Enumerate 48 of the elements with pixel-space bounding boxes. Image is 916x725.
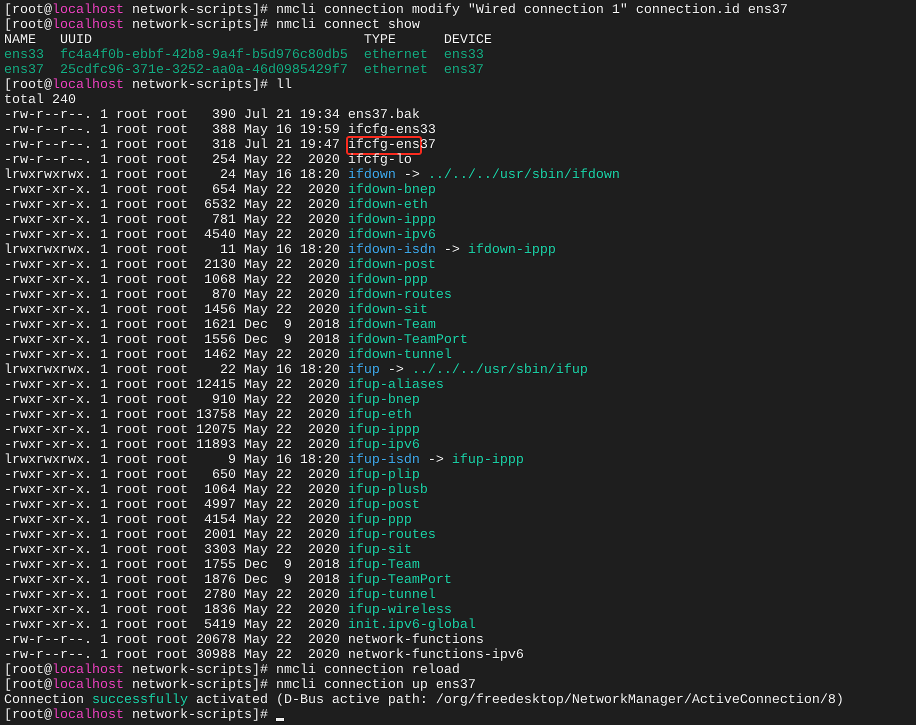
terminal-line: lrwxrwxrwx. 1 root root 9 May 16 18:20 ifup-isdn -> ifup-ippp (4, 453, 524, 468)
terminal-line: -rwxr-xr-x. 1 root root 5419 May 22 2020 init.ipv6-global (4, 618, 476, 633)
terminal-line: -rwxr-xr-x. 1 root root 11893 May 22 2020 ifup-ipv6 (4, 438, 420, 453)
terminal-line: -rwxr-xr-x. 1 root root 654 May 22 2020 ifdown-bnep (4, 183, 436, 198)
terminal-line: -rwxr-xr-x. 1 root root 1755 Dec 9 2018 ifup-Team (4, 558, 420, 573)
terminal-line: -rwxr-xr-x. 1 root root 2780 May 22 2020 ifup-tunnel (4, 588, 436, 603)
terminal-line: -rwxr-xr-x. 1 root root 1068 May 22 2020 ifdown-ppp (4, 273, 428, 288)
terminal-line: ens37 25cdfc96-371e-3252-aa0a-46d0985429f7 ethernet ens37 (4, 63, 484, 78)
terminal-line: lrwxrwxrwx. 1 root root 11 May 16 18:20 ifdown-isdn -> ifdown-ippp (4, 243, 556, 258)
terminal-line: -rw-r--r--. 1 root root 30988 May 22 2020 network-functions-ipv6 (4, 648, 524, 663)
terminal-line: total 240 (4, 93, 76, 108)
terminal-line: [root@localhost network-scripts]# (4, 708, 284, 723)
terminal-line: [root@localhost network-scripts]# nmcli connection up ens37 (4, 678, 476, 693)
terminal-line: -rwxr-xr-x. 1 root root 12415 May 22 2020 ifup-aliases (4, 378, 444, 393)
terminal-line: NAME UUID TYPE DEVICE (4, 33, 492, 48)
terminal-line: Connection successfully activated (D-Bus active path: /org/freedesktop/NetworkManager/ActiveConnection/8) (4, 693, 844, 708)
terminal-line: -rw-r--r--. 1 root root 388 May 16 19:59 ifcfg-ens33 (4, 123, 436, 138)
terminal-line: -rwxr-xr-x. 1 root root 1462 May 22 2020 ifdown-tunnel (4, 348, 452, 363)
terminal-line: -rwxr-xr-x. 1 root root 1456 May 22 2020 ifdown-sit (4, 303, 428, 318)
terminal-line: ens33 fc4a4f0b-ebbf-42b8-9a4f-b5d976c80db5 ethernet ens33 (4, 48, 484, 63)
terminal-line: lrwxrwxrwx. 1 root root 22 May 16 18:20 ifup -> ../../../usr/sbin/ifup (4, 363, 588, 378)
terminal-line: -rwxr-xr-x. 1 root root 781 May 22 2020 ifdown-ippp (4, 213, 436, 228)
terminal-line: -rwxr-xr-x. 1 root root 1556 Dec 9 2018 ifdown-TeamPort (4, 333, 468, 348)
terminal-line: -rw-r--r--. 1 root root 390 Jul 21 19:34 ens37.bak (4, 108, 420, 123)
terminal-line: -rwxr-xr-x. 1 root root 4540 May 22 2020 ifdown-ipv6 (4, 228, 436, 243)
terminal-line: -rwxr-xr-x. 1 root root 1064 May 22 2020 ifup-plusb (4, 483, 428, 498)
terminal-line: [root@localhost network-scripts]# nmcli connection reload (4, 663, 460, 678)
terminal-line: -rwxr-xr-x. 1 root root 13758 May 22 2020 ifup-eth (4, 408, 412, 423)
terminal-line: -rwxr-xr-x. 1 root root 6532 May 22 2020 ifdown-eth (4, 198, 428, 213)
terminal-line: -rwxr-xr-x. 1 root root 1876 Dec 9 2018 ifup-TeamPort (4, 573, 452, 588)
terminal-text: -rw-r--r--. 1 root root 318 Jul 21 19:47 (4, 138, 341, 153)
terminal-line: lrwxrwxrwx. 1 root root 24 May 16 18:20 ifdown -> ../../../usr/sbin/ifdown (4, 168, 620, 183)
terminal-line: -rwxr-xr-x. 1 root root 2130 May 22 2020 ifdown-post (4, 258, 436, 273)
terminal-line: -rwxr-xr-x. 1 root root 2001 May 22 2020 ifup-routes (4, 528, 436, 543)
terminal-line: [root@localhost network-scripts]# nmcli connect show (4, 18, 420, 33)
terminal-line: -rwxr-xr-x. 1 root root 3303 May 22 2020 ifup-sit (4, 543, 412, 558)
terminal-line: -rwxr-xr-x. 1 root root 910 May 22 2020 ifup-bnep (4, 393, 420, 408)
terminal-line: [root@localhost network-scripts]# nmcli connection modify "Wired connection 1" connection.id ens37 (4, 3, 788, 18)
terminal-line: -rwxr-xr-x. 1 root root 870 May 22 2020 ifdown-routes (4, 288, 452, 303)
terminal-line: -rwxr-xr-x. 1 root root 4997 May 22 2020 ifup-post (4, 498, 420, 513)
terminal-line: -rwxr-xr-x. 1 root root 1621 Dec 9 2018 ifdown-Team (4, 318, 436, 333)
terminal-line: -rwxr-xr-x. 1 root root 650 May 22 2020 ifup-plip (4, 468, 420, 483)
terminal-line: [root@localhost network-scripts]# ll (4, 78, 292, 93)
terminal-line: -rwxr-xr-x. 1 root root 4154 May 22 2020 ifup-ppp (4, 513, 412, 528)
terminal-line: -rw-r--r--. 1 root root 254 May 22 2020 ifcfg-lo (4, 153, 412, 168)
terminal-line: -rw-r--r--. 1 root root 20678 May 22 2020 network-functions (4, 633, 484, 648)
terminal-line: -rwxr-xr-x. 1 root root 12075 May 22 2020 ifup-ippp (4, 423, 420, 438)
terminal-line: -rwxr-xr-x. 1 root root 1836 May 22 2020 ifup-wireless (4, 603, 452, 618)
